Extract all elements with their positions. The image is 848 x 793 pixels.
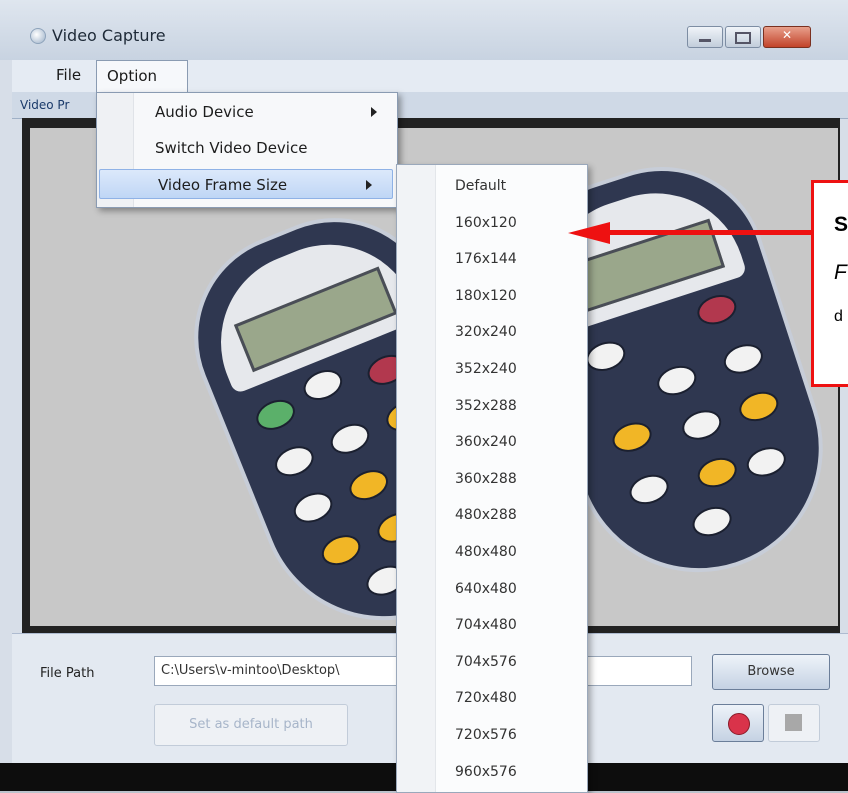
menu-option[interactable]: Option	[96, 60, 188, 93]
frame-size-option[interactable]: 360x240	[397, 427, 587, 457]
remote-button	[720, 339, 767, 379]
menu-item-switch-video-device[interactable]: Switch Video Device	[97, 133, 397, 163]
menu-file[interactable]: File	[46, 64, 91, 88]
app-icon	[30, 28, 46, 44]
minimize-button[interactable]	[687, 26, 723, 48]
title-bar: Video Capture ✕	[0, 0, 848, 60]
remote-button	[653, 361, 701, 401]
frame-size-option[interactable]: 180x120	[397, 281, 587, 311]
frame-size-option[interactable]: 360x288	[397, 464, 587, 494]
remote-button	[742, 442, 790, 482]
frame-size-option[interactable]: 176x144	[397, 244, 587, 274]
maximize-icon	[726, 28, 760, 44]
close-button[interactable]: ✕	[763, 26, 811, 48]
remote-button	[693, 453, 741, 493]
frame-size-option[interactable]: 352x288	[397, 391, 587, 421]
menu-item-audio-device[interactable]: Audio Device	[97, 97, 397, 127]
remote-button	[693, 290, 741, 330]
frame-size-option[interactable]: 480x288	[397, 500, 587, 530]
frame-size-option[interactable]: 640x480	[397, 574, 587, 604]
remote-button	[688, 502, 736, 542]
maximize-button[interactable]	[725, 26, 761, 48]
file-path-label: File Path	[40, 666, 95, 681]
menu-item-label: Audio Device	[155, 103, 254, 121]
remote-button	[625, 469, 673, 509]
frame-size-option[interactable]: 352x240	[397, 354, 587, 384]
remote-button	[299, 364, 347, 406]
remote-button	[344, 464, 393, 506]
frame-size-option[interactable]: 320x240	[397, 317, 587, 347]
option-menu: Audio Device Switch Video Device Video F…	[96, 92, 398, 208]
tab-video-preview[interactable]: Video Pr	[20, 98, 69, 112]
callout-box: S F d	[811, 180, 848, 387]
menu-bar: File Option	[12, 60, 848, 93]
window-title: Video Capture	[52, 26, 166, 45]
callout-text-3: d	[834, 308, 843, 325]
menu-item-label: Switch Video Device	[155, 139, 308, 157]
browse-button[interactable]: Browse	[712, 654, 830, 690]
stop-button[interactable]	[768, 704, 820, 742]
remote-button	[270, 440, 319, 482]
frame-size-option[interactable]: 960x576	[397, 757, 587, 787]
frame-size-option[interactable]: 480x480	[397, 537, 587, 567]
callout-text-2: F	[834, 261, 847, 284]
submenu-arrow-icon	[366, 180, 372, 190]
menu-item-label: Video Frame Size	[158, 176, 288, 194]
frame-size-option[interactable]: 720x480	[397, 683, 587, 713]
frame-size-option[interactable]: 704x480	[397, 610, 587, 640]
set-default-path-button[interactable]: Set as default path	[154, 704, 348, 746]
frame-size-option[interactable]: 704x576	[397, 647, 587, 677]
callout-arrow-head	[568, 222, 610, 244]
callout-text-1: S	[834, 213, 848, 236]
menu-item-video-frame-size[interactable]: Video Frame Size	[99, 169, 393, 199]
record-button[interactable]	[712, 704, 764, 742]
frame-size-option[interactable]: 160x120	[397, 208, 587, 238]
frame-size-option[interactable]: Default	[397, 171, 587, 201]
minimize-icon	[688, 28, 722, 42]
remote-button	[289, 487, 337, 529]
remote-button	[251, 394, 300, 436]
frame-size-submenu: Default 160x120 176x144 180x120 320x240 352x2…	[396, 164, 588, 793]
remote-button	[678, 405, 726, 445]
remote-button	[317, 529, 365, 571]
callout-arrow-line	[608, 230, 820, 235]
remote-button	[326, 418, 374, 460]
submenu-arrow-icon	[371, 107, 377, 117]
remote-button	[735, 386, 783, 426]
remote-button	[582, 336, 630, 376]
remote-button	[608, 417, 656, 457]
frame-size-option[interactable]: 720x576	[397, 720, 587, 750]
close-icon: ✕	[781, 28, 793, 42]
